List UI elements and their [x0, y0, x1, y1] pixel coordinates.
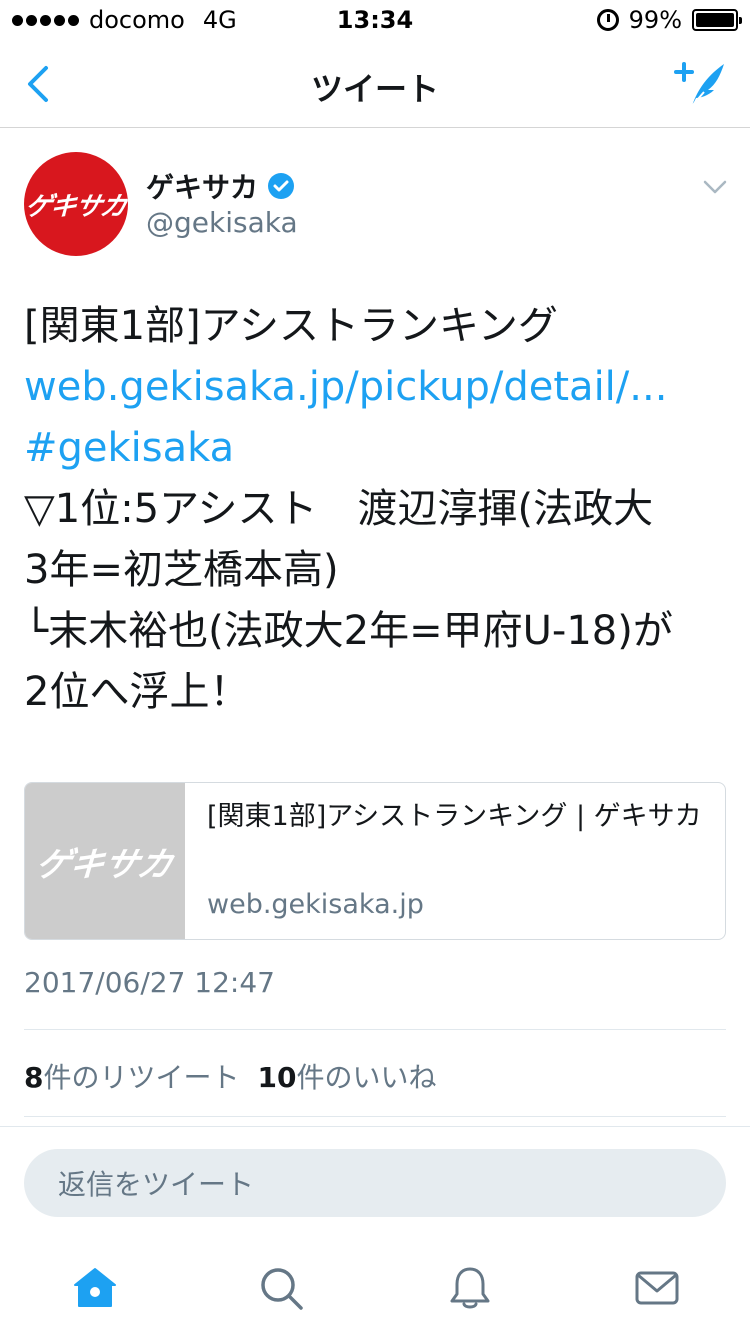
tweet-options-button[interactable] [700, 172, 730, 202]
status-bar: docomo 4G 13:34 99% [0, 0, 750, 40]
tweet-timestamp: 2017/06/27 12:47 [24, 966, 275, 999]
card-thumbnail-logo: ゲキサカ [31, 844, 178, 885]
compose-tweet-icon [674, 62, 724, 107]
divider [24, 1029, 726, 1030]
tweet-stats: 8件のリツイート 10件のいいね [24, 1056, 436, 1096]
reply-input[interactable]: 返信をツイート [24, 1149, 726, 1217]
like-stat[interactable]: 10件のいいね [258, 1056, 437, 1096]
tweet-line: 2位へ浮上！ [24, 669, 250, 715]
search-icon [261, 1268, 303, 1310]
tweet-line: 3年=初芝橋本高) [24, 547, 339, 593]
status-right: 99% [596, 6, 742, 34]
alarm-icon [596, 9, 619, 31]
author-name-row[interactable]: ゲキサカ [146, 166, 296, 206]
like-count: 10 [257, 1061, 297, 1094]
retweet-count: 8 [24, 1061, 44, 1094]
tweet-line: └末木裕也(法政大2年=甲府U-18)が [24, 608, 673, 654]
battery-icon [692, 9, 742, 31]
tweet-line: [関東1部]アシストランキング [24, 303, 558, 349]
tab-bar [0, 1246, 750, 1334]
hashtag-link[interactable]: #gekisaka [24, 418, 728, 479]
verified-badge-icon [268, 173, 295, 199]
tweet-text: [関東1部]アシストランキング web.gekisaka.jp/pickup/d… [24, 296, 728, 723]
avatar[interactable]: ゲキサカ [24, 152, 128, 256]
author-handle[interactable]: @gekisaka [146, 206, 298, 239]
battery-percent: 99% [628, 6, 682, 34]
envelope-icon [635, 1271, 679, 1305]
nav-bar: ツイート [0, 40, 750, 128]
card-domain: web.gekisaka.jp [207, 889, 424, 920]
tab-messages[interactable] [633, 1264, 681, 1312]
page-title: ツイート [310, 70, 439, 108]
divider [24, 1116, 726, 1117]
chevron-down-icon [703, 180, 727, 194]
author-name: ゲキサカ [146, 171, 259, 204]
link-preview-card[interactable]: ゲキサカ [関東1部]アシストランキング | ゲキサカ web.gekisaka… [24, 782, 726, 940]
tweet-line: ▽1位:5アシスト 渡辺淳揮(法政大 [24, 486, 654, 532]
tweet-url-link[interactable]: web.gekisaka.jp/pickup/detail/... [24, 357, 728, 418]
home-icon [74, 1268, 116, 1307]
card-thumbnail: ゲキサカ [25, 783, 185, 939]
like-label: 件のいいね [296, 1061, 437, 1094]
compose-tweet-button[interactable] [670, 54, 730, 114]
tab-home[interactable] [71, 1264, 119, 1312]
retweet-stat[interactable]: 8件のリツイート [24, 1056, 240, 1096]
retweet-label: 件のリツイート [43, 1061, 240, 1094]
card-title: [関東1部]アシストランキング | ゲキサカ [207, 801, 702, 832]
reply-area: 返信をツイート [0, 1126, 750, 1246]
tab-notifications[interactable] [446, 1264, 494, 1312]
bell-icon [450, 1267, 490, 1309]
tab-search[interactable] [257, 1264, 305, 1312]
avatar-logo: ゲキサカ [24, 191, 128, 222]
